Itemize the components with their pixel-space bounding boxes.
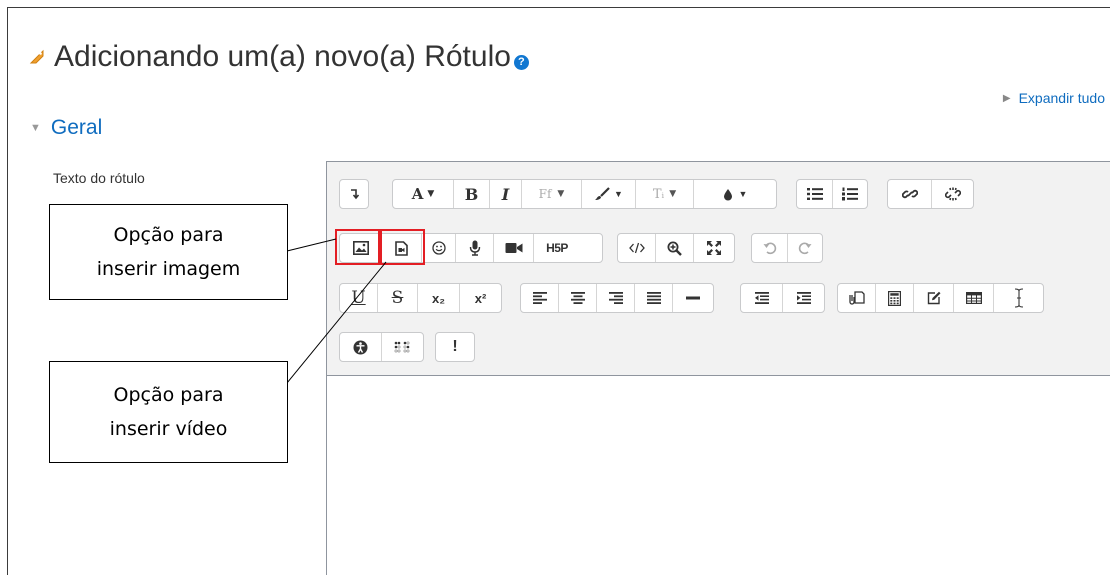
video-callout: Opção para inserir vídeo: [49, 361, 288, 463]
image-callout-line-1: Opção para: [113, 224, 224, 246]
video-callout-line-2: inserir vídeo: [109, 418, 228, 440]
video-callout-line: [286, 261, 387, 384]
video-callout-line-1: Opção para: [113, 384, 224, 406]
image-callout-line-2: inserir imagem: [96, 258, 241, 280]
image-callout-line: [286, 238, 337, 252]
image-callout: Opção para inserir imagem: [49, 204, 288, 300]
